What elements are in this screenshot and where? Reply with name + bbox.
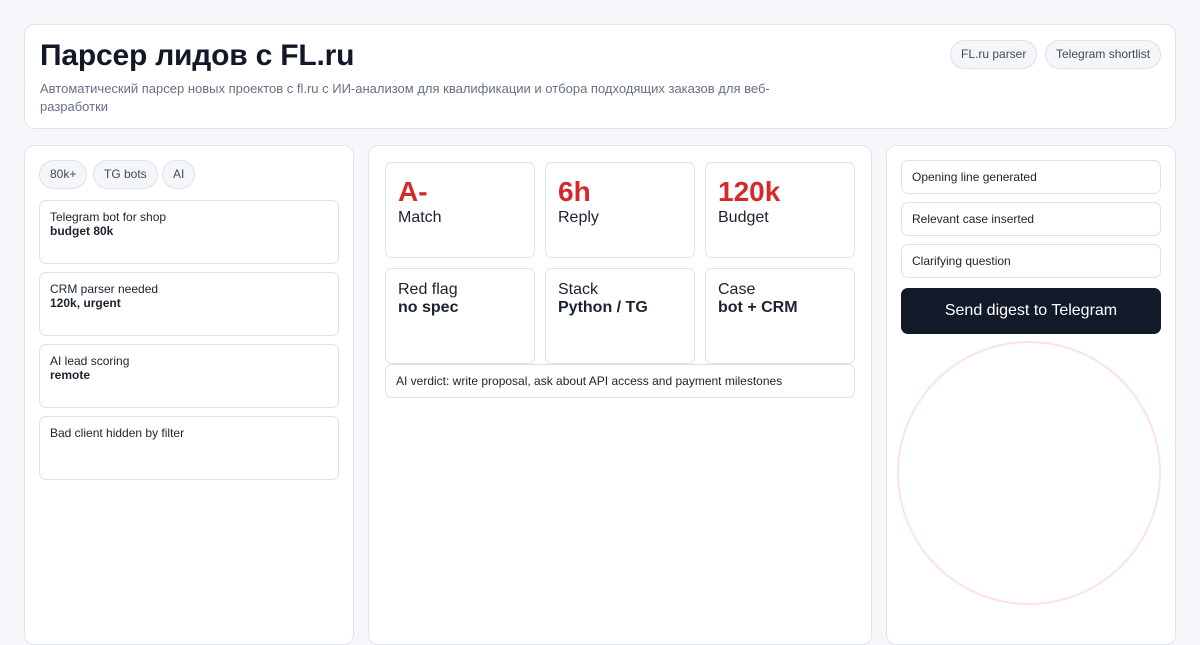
metric-label: Match bbox=[398, 209, 442, 226]
metric-value: A- bbox=[398, 176, 428, 207]
page-title: Парсер лидов с FL.ru bbox=[40, 39, 355, 72]
metric-label: Budget bbox=[718, 209, 769, 226]
fact-label: Case bbox=[718, 281, 756, 298]
fact-label: Stack bbox=[558, 281, 599, 298]
lead-title: Telegram bot for shop bbox=[50, 210, 167, 224]
send-digest-button[interactable]: Send digest to Telegram bbox=[901, 288, 1161, 334]
lead-card[interactable]: Telegram bot for shop budget 80k bbox=[39, 200, 339, 264]
fact-stack: Stack Python / TG bbox=[545, 268, 695, 364]
fact-label: Red flag bbox=[398, 281, 458, 298]
lead-card[interactable]: Bad client hidden by filter bbox=[39, 416, 339, 480]
fact-case: Case bot + CRM bbox=[705, 268, 855, 364]
lead-detail: 120k, urgent bbox=[50, 296, 121, 310]
lead-title: AI lead scoring bbox=[50, 354, 130, 368]
ai-verdict: AI verdict: write proposal, ask about AP… bbox=[385, 364, 855, 398]
metric-reply: 6h Reply bbox=[545, 162, 695, 258]
proposal-panel: Opening line generated Relevant case ins… bbox=[886, 145, 1176, 645]
step-relevant-case: Relevant case inserted bbox=[901, 202, 1161, 236]
fact-value: Python / TG bbox=[558, 299, 648, 316]
metric-budget: 120k Budget bbox=[705, 162, 855, 258]
step-opening-line: Opening line generated bbox=[901, 160, 1161, 194]
lead-card[interactable]: CRM parser needed 120k, urgent bbox=[39, 272, 339, 336]
filter-chip-budget[interactable]: 80k+ bbox=[39, 160, 88, 189]
leads-panel: 80k+ TG bots AI Telegram bot for shop bu… bbox=[24, 145, 354, 645]
chip-telegram-shortlist[interactable]: Telegram shortlist bbox=[1045, 40, 1162, 69]
lead-title: CRM parser needed bbox=[50, 282, 159, 296]
filter-chip-ai[interactable]: AI bbox=[162, 160, 196, 189]
filter-chip-tg-bots[interactable]: TG bots bbox=[93, 160, 158, 189]
metric-value: 120k bbox=[718, 176, 781, 207]
analysis-panel: A- Match 6h Reply 120k Budget Red flag n… bbox=[368, 145, 872, 645]
page-subtitle: Автоматический парсер новых проектов с f… bbox=[40, 81, 770, 114]
chip-fl-parser[interactable]: FL.ru parser bbox=[950, 40, 1038, 69]
fact-red-flag: Red flag no spec bbox=[385, 268, 535, 364]
metric-value: 6h bbox=[558, 176, 591, 207]
fact-value: bot + CRM bbox=[718, 299, 798, 316]
metric-label: Reply bbox=[558, 209, 599, 226]
lead-detail: budget 80k bbox=[50, 224, 114, 238]
page-header: Парсер лидов с FL.ru Автоматический парс… bbox=[24, 24, 1176, 129]
metric-match: A- Match bbox=[385, 162, 535, 258]
decorative-ring bbox=[897, 341, 1161, 605]
lead-title: Bad client hidden by filter bbox=[50, 426, 185, 440]
lead-detail: remote bbox=[50, 368, 91, 382]
fact-value: no spec bbox=[398, 299, 459, 316]
step-clarifying-question: Clarifying question bbox=[901, 244, 1161, 278]
lead-card[interactable]: AI lead scoring remote bbox=[39, 344, 339, 408]
